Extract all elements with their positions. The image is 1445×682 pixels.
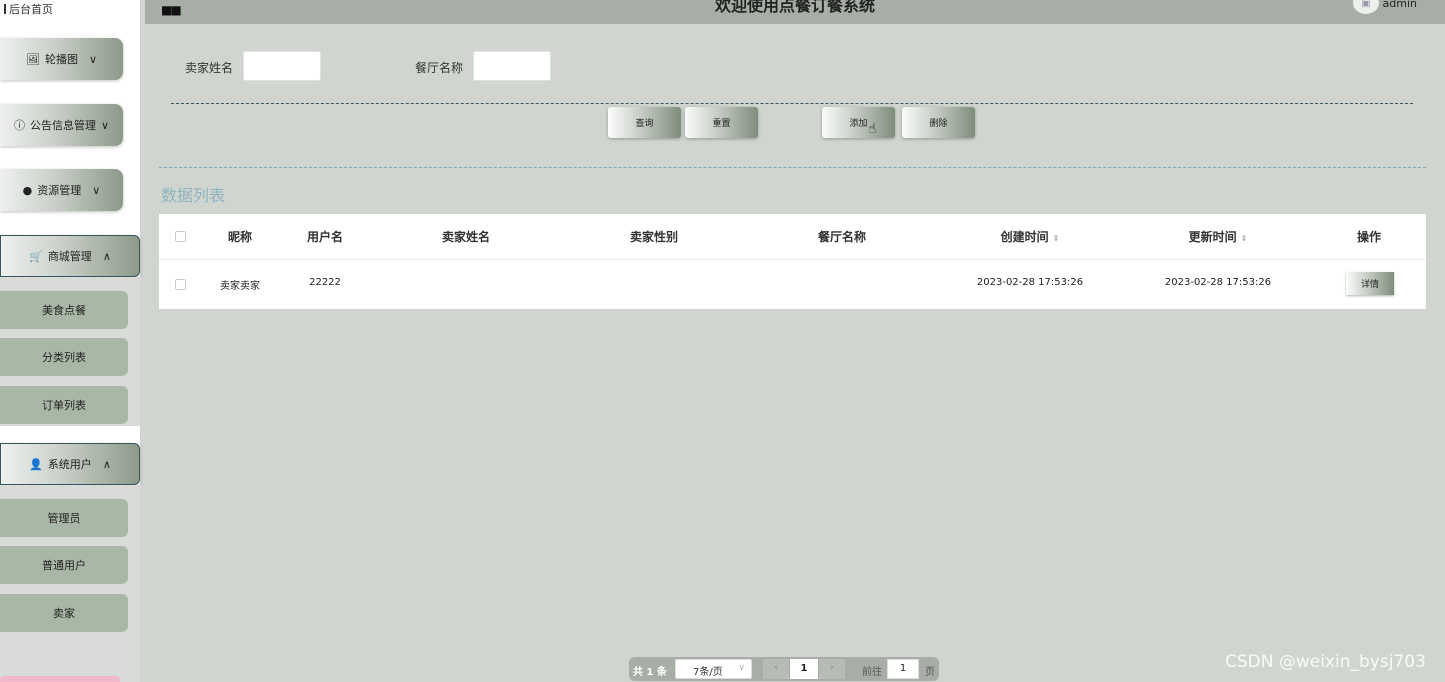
- sidebar-item-label: 分类列表: [42, 351, 86, 364]
- image-icon: 🖼: [25, 52, 40, 66]
- sidebar-item-label: 美食点餐: [42, 304, 86, 317]
- sidebar-item-food-order[interactable]: 美食点餐: [0, 291, 128, 329]
- cell-nickname: 卖家卖家: [220, 281, 260, 292]
- chevron-down-icon: ∨: [88, 52, 98, 66]
- sidebar-bottom-bg: [0, 635, 140, 682]
- sidebar-menu-carousel[interactable]: 🖼 轮播图 ∨: [0, 38, 123, 80]
- cart-icon: 🛒: [29, 249, 43, 263]
- column-header-seller-gender: 卖家性别: [629, 230, 679, 244]
- reset-button[interactable]: 重置: [685, 107, 758, 138]
- seller-name-label: 卖家姓名: [185, 61, 234, 75]
- column-header-label: 更新时间: [1188, 230, 1237, 244]
- page-title: 欢迎使用点餐订餐系统: [714, 0, 875, 15]
- chevron-right-icon: ›: [830, 662, 834, 673]
- sidebar-menu-label: 商城管理: [47, 250, 92, 263]
- main-content: [145, 24, 1445, 682]
- sidebar-item-label: 订单列表: [42, 399, 86, 412]
- row-divider: [159, 259, 1426, 260]
- chevron-down-icon: ∨: [100, 118, 110, 132]
- column-header-restaurant: 餐厅名称: [817, 230, 867, 244]
- top-bar: ■■ 欢迎使用点餐订餐系统 ▣ admin: [145, 0, 1445, 24]
- select-all-checkbox[interactable]: [175, 231, 186, 242]
- column-header-action: 操作: [1356, 230, 1382, 244]
- row-checkbox[interactable]: [175, 279, 186, 290]
- sidebar-menu-label: 系统用户: [47, 458, 92, 471]
- data-table: 昵称 用户名 卖家姓名 卖家性别 餐厅名称 创建时间 ⇕ 更新时间 ⇕ 操作 卖家卖…: [159, 214, 1426, 309]
- prev-page-button[interactable]: ‹: [763, 659, 789, 679]
- total-count: 共 1 条: [633, 667, 667, 678]
- sidebar: 后台首页 🖼 轮播图 ∨ ⓘ 公告信息管理 ∨ ● 资源管理 ∨ 🛒 商城管理 …: [0, 0, 140, 682]
- column-header-label: 创建时间: [1000, 230, 1049, 244]
- sidebar-item-admin[interactable]: 管理员: [0, 499, 128, 537]
- sort-icon[interactable]: ⇕: [1053, 234, 1060, 243]
- restaurant-name-input[interactable]: [473, 51, 551, 81]
- column-header-username: 用户名: [306, 230, 344, 244]
- page-size-select[interactable]: 7条/页 ∨: [675, 659, 752, 679]
- next-page-button[interactable]: ›: [819, 659, 845, 679]
- detail-button[interactable]: 详情: [1346, 272, 1394, 295]
- sidebar-item-label: 管理员: [47, 512, 81, 525]
- sidebar-menu-label: 轮播图: [44, 53, 78, 66]
- bulb-icon: ●: [22, 183, 33, 197]
- watermark: CSDN @weixin_bysj703: [1225, 652, 1426, 672]
- chevron-left-icon: ‹: [774, 662, 778, 673]
- goto-label: 前往: [862, 667, 882, 678]
- user-icon: 👤: [29, 457, 43, 471]
- sidebar-item-seller[interactable]: 卖家: [0, 594, 128, 632]
- sidebar-menu-mall[interactable]: 🛒 商城管理 ∧: [0, 235, 140, 277]
- page-size-value: 7条/页: [693, 667, 723, 678]
- page-number[interactable]: 1: [790, 659, 818, 679]
- sidebar-item-normal-user[interactable]: 普通用户: [0, 546, 128, 584]
- sidebar-item-label: 后台首页: [9, 3, 53, 16]
- chevron-down-icon: ∨: [738, 663, 745, 673]
- sidebar-menu-resource[interactable]: ● 资源管理 ∨: [0, 169, 123, 211]
- sidebar-bottom-button[interactable]: [0, 676, 120, 682]
- divider: [171, 103, 1413, 104]
- delete-button[interactable]: 删除: [902, 107, 975, 138]
- sidebar-item-home[interactable]: 后台首页: [0, 0, 140, 22]
- cell-updated: 2023-02-28 17:53:26: [1164, 277, 1272, 288]
- goto-page-input[interactable]: 1: [887, 659, 919, 679]
- column-header-nickname: 昵称: [227, 230, 253, 244]
- info-icon: ⓘ: [13, 119, 25, 132]
- home-bar-icon: [4, 4, 6, 14]
- sidebar-menu-notice[interactable]: ⓘ 公告信息管理 ∨: [0, 104, 123, 146]
- username-label[interactable]: admin: [1383, 0, 1417, 10]
- add-button[interactable]: 添加: [822, 107, 895, 138]
- sort-icon[interactable]: ⇕: [1241, 234, 1248, 243]
- page-unit-label: 页: [925, 667, 935, 678]
- column-header-updated[interactable]: 更新时间 ⇕: [1189, 228, 1248, 245]
- chevron-up-icon: ∧: [102, 457, 111, 471]
- sidebar-menu-label: 公告信息管理: [29, 119, 96, 132]
- restaurant-name-label: 餐厅名称: [415, 61, 464, 75]
- section-title: 数据列表: [161, 186, 226, 205]
- column-header-seller-name: 卖家姓名: [441, 230, 491, 244]
- seller-name-input[interactable]: [243, 51, 321, 81]
- pagination: 共 1 条 7条/页 ∨ ‹ 1 › 前往 1 页: [629, 657, 939, 681]
- sidebar-menu-system-users[interactable]: 👤 系统用户 ∧: [0, 443, 140, 485]
- sidebar-item-label: 卖家: [53, 607, 75, 620]
- cell-username: 22222: [309, 277, 341, 288]
- divider: [159, 167, 1426, 168]
- sidebar-menu-label: 资源管理: [37, 184, 82, 197]
- query-button[interactable]: 查询: [608, 107, 681, 138]
- chevron-down-icon: ∨: [92, 183, 101, 197]
- sidebar-item-category-list[interactable]: 分类列表: [0, 338, 128, 376]
- sidebar-item-label: 普通用户: [42, 559, 86, 572]
- column-header-created[interactable]: 创建时间 ⇕: [1001, 228, 1060, 245]
- chevron-up-icon: ∧: [102, 249, 111, 263]
- pointer-cursor-icon: ☝: [868, 121, 877, 137]
- sidebar-item-order-list[interactable]: 订单列表: [0, 386, 128, 424]
- cell-created: 2023-02-28 17:53:26: [976, 277, 1084, 288]
